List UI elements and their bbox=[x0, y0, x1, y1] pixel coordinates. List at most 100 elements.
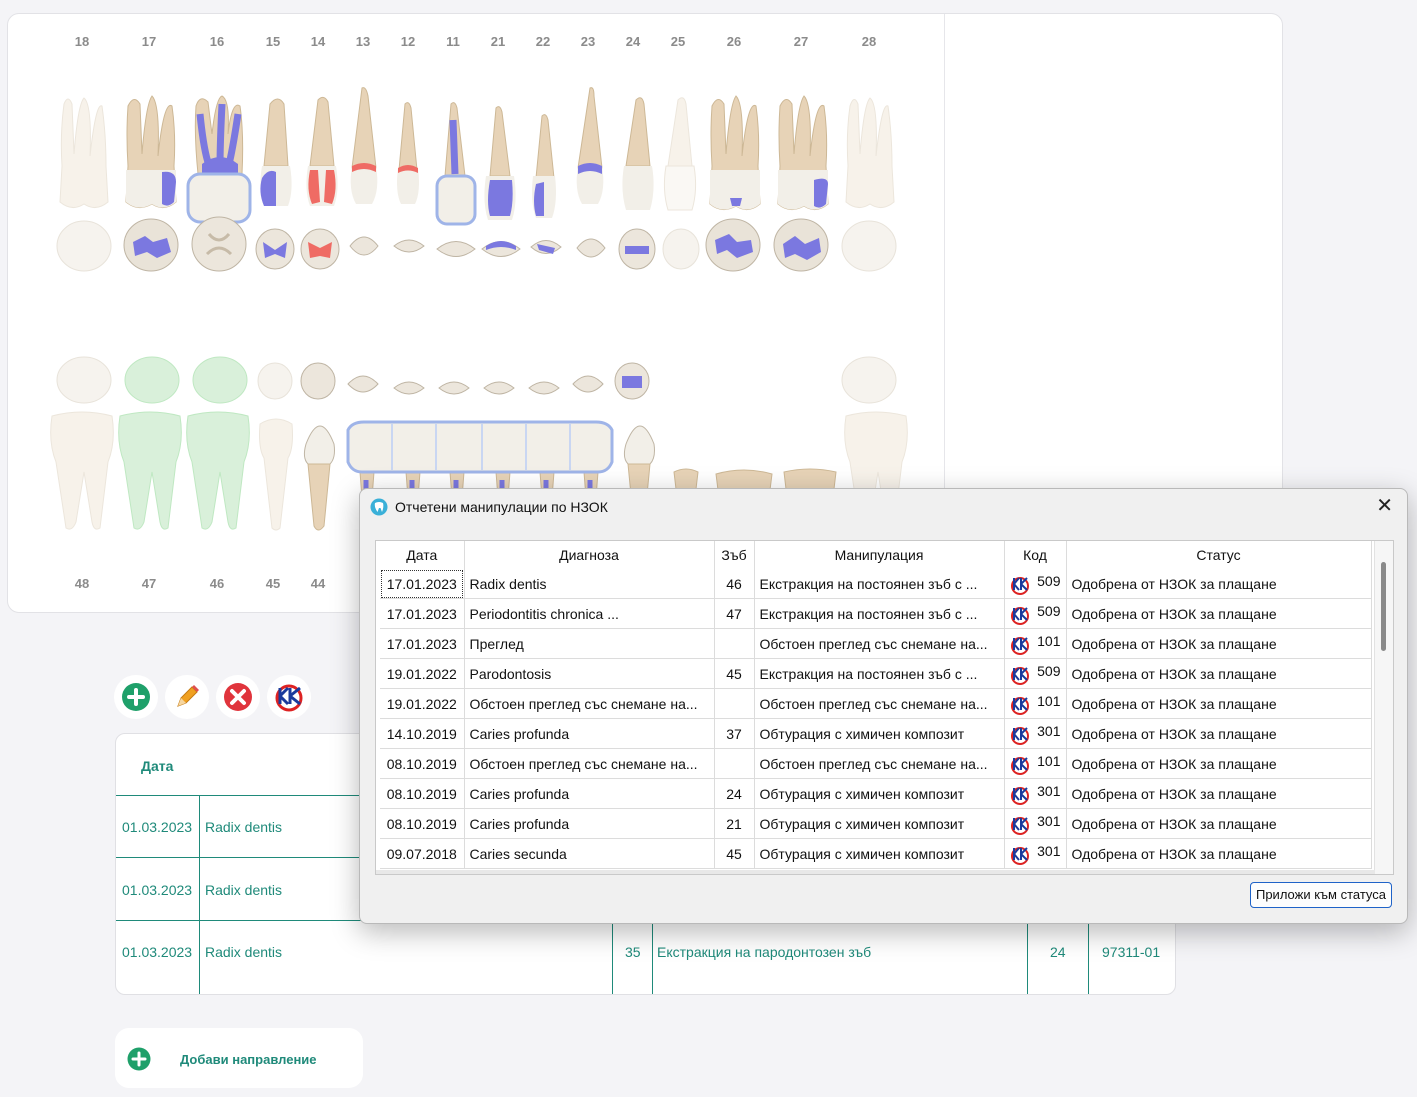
cell-diagnosis[interactable]: Caries secunda bbox=[464, 838, 715, 869]
record-ref[interactable]: 97311-01 bbox=[1102, 944, 1160, 960]
table-row[interactable]: 19.01.2022 Parodontosis 45 Екстракция на по… bbox=[380, 658, 1372, 689]
cell-procedure[interactable]: Обтурация с химичен композит bbox=[754, 808, 1005, 839]
record-procedure[interactable]: Екстракция на пародонтозен зъб bbox=[657, 944, 871, 960]
cell-diagnosis[interactable]: Преглед bbox=[464, 628, 715, 659]
cell-tooth[interactable]: 24 bbox=[714, 778, 755, 809]
table-row[interactable]: 17.01.2023 Periodontitis chronica ... 47 Ек… bbox=[380, 598, 1372, 629]
close-icon[interactable]: ✕ bbox=[1376, 495, 1393, 517]
cell-date[interactable]: 17.01.2023 bbox=[380, 569, 465, 599]
cell-date[interactable]: 08.10.2019 bbox=[380, 748, 465, 779]
tooth-21-icon[interactable] bbox=[480, 104, 520, 224]
cell-date[interactable]: 19.01.2022 bbox=[380, 688, 465, 719]
occlusal-24-icon[interactable] bbox=[617, 228, 657, 270]
cell-status[interactable]: Одобрена от НЗОК за плащане bbox=[1066, 628, 1372, 659]
cell-date[interactable]: 19.01.2022 bbox=[380, 658, 465, 689]
occlusal-18-icon[interactable] bbox=[56, 220, 112, 272]
column-header-procedure[interactable]: Манипулация bbox=[754, 541, 1005, 569]
table-row[interactable]: 08.10.2019 Caries profunda 21 Обтурация с х… bbox=[380, 808, 1372, 839]
edit-button[interactable] bbox=[165, 675, 209, 719]
occlusal-31-icon[interactable] bbox=[482, 376, 516, 400]
cell-diagnosis[interactable]: Periodontitis chronica ... bbox=[464, 598, 715, 629]
cell-status[interactable]: Одобрена от НЗОК за плащане bbox=[1066, 808, 1372, 839]
column-header-tooth[interactable]: Зъб bbox=[714, 541, 755, 569]
record-date[interactable]: 01.03.2023 bbox=[122, 944, 192, 960]
occlusal-22-icon[interactable] bbox=[529, 234, 563, 260]
cell-procedure[interactable]: Обтурация с химичен композит bbox=[754, 838, 1005, 869]
occlusal-33-icon[interactable] bbox=[571, 368, 605, 400]
cell-code[interactable]: 509 bbox=[1004, 658, 1067, 689]
cell-diagnosis[interactable]: Caries profunda bbox=[464, 808, 715, 839]
cell-diagnosis[interactable]: Обстоен преглед със снемане на... bbox=[464, 688, 715, 719]
cell-procedure[interactable]: Екстракция на постоянен зъб с ... bbox=[754, 658, 1005, 689]
occlusal-48-icon[interactable] bbox=[56, 356, 112, 404]
cell-procedure[interactable]: Обтурация с химичен композит bbox=[754, 778, 1005, 809]
occlusal-15-icon[interactable] bbox=[255, 228, 295, 270]
occlusal-34-icon[interactable] bbox=[614, 362, 650, 400]
cell-code[interactable]: 101 bbox=[1004, 688, 1067, 719]
occlusal-41-icon[interactable] bbox=[437, 376, 471, 400]
apply-to-status-button[interactable]: Приложи към статуса bbox=[1250, 882, 1392, 908]
nzok-button[interactable] bbox=[267, 675, 311, 719]
tooth-18-icon[interactable] bbox=[56, 94, 112, 209]
column-header-code[interactable]: Код bbox=[1004, 541, 1067, 569]
record-diagnosis[interactable]: Radix dentis bbox=[205, 882, 282, 898]
cell-tooth[interactable]: 37 bbox=[714, 718, 755, 749]
occlusal-38-icon[interactable] bbox=[841, 356, 897, 404]
tooth-25-icon[interactable] bbox=[660, 94, 700, 214]
tooth-17-icon[interactable] bbox=[122, 94, 180, 209]
occlusal-26-icon[interactable] bbox=[705, 218, 761, 272]
tooth-23-icon[interactable] bbox=[572, 86, 608, 210]
vertical-scrollbar[interactable] bbox=[1374, 541, 1393, 874]
tooth-44-icon[interactable] bbox=[300, 414, 340, 532]
cell-diagnosis[interactable]: Caries profunda bbox=[464, 718, 715, 749]
record-code[interactable]: 24 bbox=[1050, 944, 1066, 960]
cell-procedure[interactable]: Обстоен преглед със снемане на... bbox=[754, 688, 1005, 719]
occlusal-45-icon[interactable] bbox=[257, 362, 293, 400]
column-header-date[interactable]: Дата bbox=[380, 541, 465, 569]
table-row[interactable]: 17.01.2023 Radix dentis 46 Екстракция на по… bbox=[380, 569, 1372, 599]
cell-tooth[interactable]: 45 bbox=[714, 658, 755, 689]
occlusal-27-icon[interactable] bbox=[773, 218, 829, 272]
cell-code[interactable]: 301 bbox=[1004, 838, 1067, 869]
cell-tooth[interactable]: 45 bbox=[714, 838, 755, 869]
tooth-12-icon[interactable] bbox=[393, 100, 423, 210]
cell-tooth[interactable]: 47 bbox=[714, 598, 755, 629]
add-referral-button[interactable]: Добави направление bbox=[115, 1028, 363, 1088]
cell-date[interactable]: 09.07.2018 bbox=[380, 838, 465, 869]
cell-tooth[interactable]: 21 bbox=[714, 808, 755, 839]
cell-code[interactable]: 509 bbox=[1004, 569, 1067, 599]
cell-procedure[interactable]: Обтурация с химичен композит bbox=[754, 718, 1005, 749]
scrollbar-thumb[interactable] bbox=[1381, 562, 1386, 651]
tooth-22-icon[interactable] bbox=[528, 112, 560, 222]
tooth-15-icon[interactable] bbox=[256, 94, 296, 209]
occlusal-17-icon[interactable] bbox=[123, 218, 179, 272]
occlusal-43-icon[interactable] bbox=[346, 368, 380, 400]
cell-tooth[interactable] bbox=[714, 628, 755, 659]
occlusal-23-icon[interactable] bbox=[573, 230, 609, 266]
tooth-11-icon[interactable] bbox=[433, 100, 477, 228]
occlusal-13-icon[interactable] bbox=[346, 228, 382, 264]
occlusal-21-icon[interactable] bbox=[480, 234, 522, 264]
table-row[interactable]: 08.10.2019 Обстоен преглед със снемане на… bbox=[380, 748, 1372, 779]
occlusal-28-icon[interactable] bbox=[841, 220, 897, 272]
occlusal-46-icon[interactable] bbox=[192, 356, 248, 404]
occlusal-32-icon[interactable] bbox=[527, 376, 561, 400]
tooth-45-icon[interactable] bbox=[256, 418, 296, 532]
cell-procedure[interactable]: Екстракция на постоянен зъб с ... bbox=[754, 569, 1005, 599]
record-diagnosis[interactable]: Radix dentis bbox=[205, 819, 282, 835]
table-row[interactable]: 14.10.2019 Caries profunda 37 Обтурация с х… bbox=[380, 718, 1372, 749]
cell-diagnosis[interactable]: Radix dentis bbox=[464, 569, 715, 599]
cell-status[interactable]: Одобрена от НЗОК за плащане bbox=[1066, 718, 1372, 749]
column-header-status[interactable]: Статус bbox=[1066, 541, 1372, 569]
column-header-diagnosis[interactable]: Диагноза bbox=[464, 541, 715, 569]
cell-status[interactable]: Одобрена от НЗОК за плащане bbox=[1066, 688, 1372, 719]
tooth-16-icon[interactable] bbox=[186, 94, 252, 229]
cell-date[interactable]: 17.01.2023 bbox=[380, 598, 465, 629]
table-row[interactable]: 09.07.2018 Caries secunda 45 Обтурация с хи… bbox=[380, 838, 1372, 869]
cell-date[interactable]: 14.10.2019 bbox=[380, 718, 465, 749]
cell-code[interactable]: 101 bbox=[1004, 748, 1067, 779]
tooth-26-icon[interactable] bbox=[706, 94, 764, 214]
cell-diagnosis[interactable]: Обстоен преглед със снемане на... bbox=[464, 748, 715, 779]
record-diagnosis[interactable]: Radix dentis bbox=[205, 944, 282, 960]
delete-button[interactable] bbox=[216, 675, 260, 719]
